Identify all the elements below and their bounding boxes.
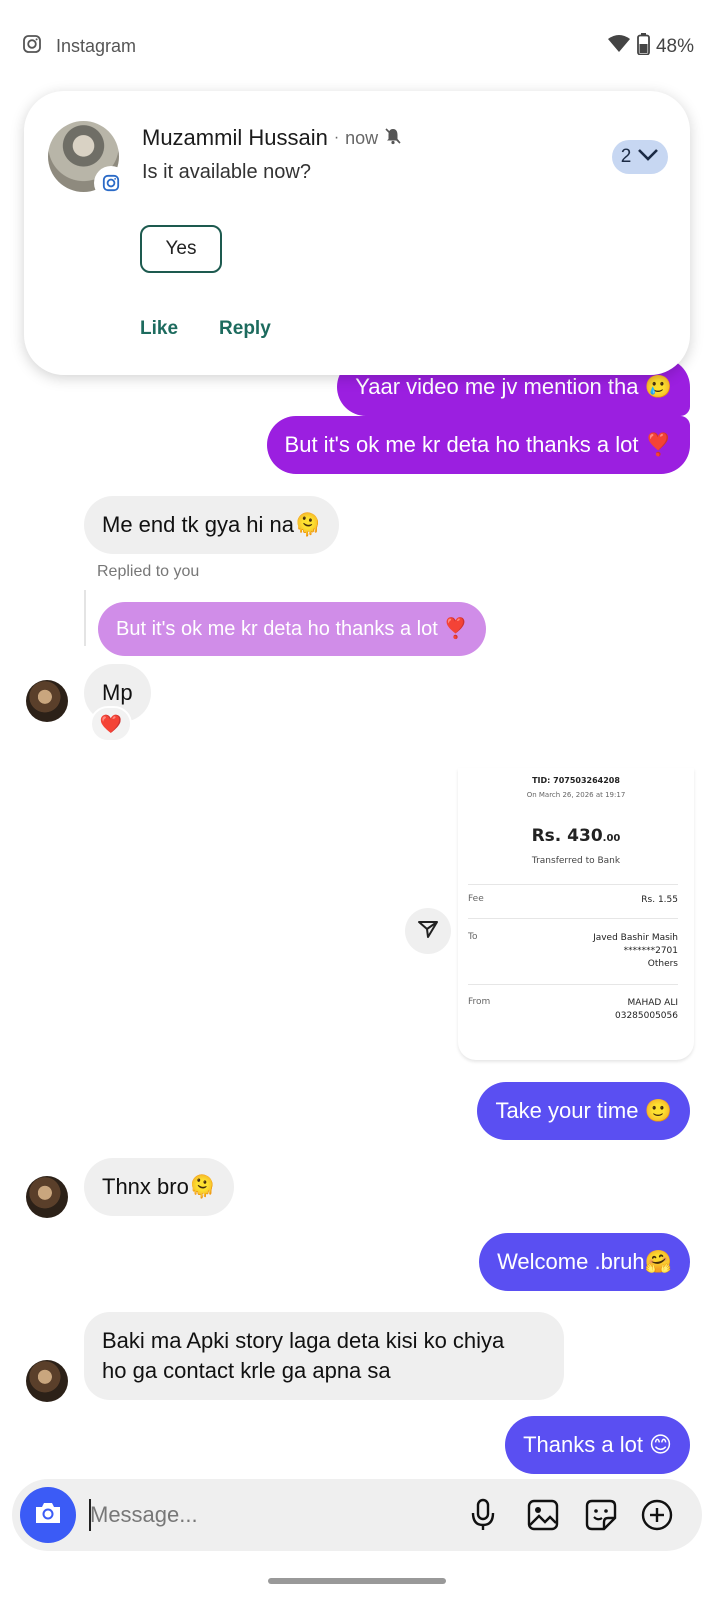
receipt-tid: TID: 707503264208: [532, 776, 620, 785]
gallery-icon[interactable]: [524, 1496, 562, 1534]
receipt-divider: [468, 918, 678, 919]
receipt-divider: [468, 984, 678, 985]
like-action-button[interactable]: Like: [140, 318, 178, 340]
received-message[interactable]: Thnx bro🫠: [84, 1158, 235, 1216]
sender-name: Muzammil Hussain: [142, 125, 328, 150]
to-account: *******2701: [623, 946, 678, 956]
instagram-badge-icon: [96, 168, 126, 198]
battery-level: 48%: [655, 36, 694, 57]
message-composer: [12, 1479, 702, 1551]
quoted-message[interactable]: But it's ok me kr deta ho thanks a lot ❣…: [98, 602, 487, 656]
wifi-icon: [607, 34, 631, 60]
instagram-icon: [22, 34, 42, 59]
sent-message[interactable]: Welcome .bruh🤗: [479, 1233, 690, 1291]
notification-message: Is it available now?: [142, 161, 311, 183]
sticker-icon[interactable]: [582, 1496, 620, 1534]
camera-button[interactable]: [20, 1487, 76, 1543]
received-message-line: Baki ma Apki story laga deta kisi ko chi…: [102, 1328, 505, 1353]
share-icon: [416, 917, 440, 946]
fee-value: Rs. 1.55: [641, 895, 678, 905]
sent-message[interactable]: Thanks a lot 😊: [505, 1416, 690, 1474]
receipt-amount-main: Rs. 430: [531, 826, 603, 846]
camera-icon: [33, 1500, 63, 1531]
status-left: Instagram: [22, 34, 136, 59]
to-value: Javed Bashir Masih *******2701 Others: [593, 932, 678, 971]
receipt-divider: [468, 884, 678, 885]
receipt-amount-decimals: .00: [602, 833, 621, 844]
status-app-name: Instagram: [56, 36, 137, 56]
from-label: From: [468, 997, 491, 1007]
notification-count: 2: [620, 146, 632, 167]
sent-message[interactable]: But it's ok me kr deta ho thanks a lot ❣…: [266, 416, 690, 474]
reaction-heart[interactable]: ❤️: [90, 706, 132, 742]
status-bar: Instagram 48%: [0, 0, 714, 90]
sent-message[interactable]: Take your time 🙂: [477, 1082, 690, 1140]
received-message[interactable]: Baki ma Apki story laga deta kisi ko chi…: [84, 1312, 564, 1400]
home-indicator[interactable]: [268, 1578, 446, 1584]
contact-avatar[interactable]: [26, 1176, 68, 1218]
receipt-status: Transferred to Bank: [531, 856, 621, 866]
notification-header: Muzammil Hussain · now: [142, 125, 402, 151]
notification-actions: Like Reply: [140, 318, 271, 340]
receipt-amount: Rs. 430.00: [458, 826, 694, 846]
to-name: Javed Bashir Masih: [593, 933, 678, 943]
reply-indicator-line: [84, 590, 86, 646]
from-name: MAHAD ALI: [627, 998, 678, 1008]
battery-icon: [637, 33, 650, 61]
reply-action-button[interactable]: Reply: [219, 318, 271, 340]
to-label: To: [468, 932, 478, 942]
from-value: MAHAD ALI 03285005056: [615, 997, 678, 1023]
plus-icon[interactable]: [638, 1496, 676, 1534]
expand-button[interactable]: 2: [612, 140, 668, 174]
message-notification[interactable]: Muzammil Hussain · now Is it available n…: [24, 91, 690, 375]
receipt-date: On March 26, 2026 at 19:17: [526, 791, 626, 799]
contact-avatar[interactable]: [26, 680, 68, 722]
fee-label: Fee: [468, 894, 484, 904]
bell-off-icon: [384, 127, 402, 150]
to-bank: Others: [647, 959, 678, 969]
status-right: 48%: [607, 33, 694, 61]
receipt-image-message[interactable]: TID: 707503264208 On March 26, 2026 at 1…: [458, 768, 694, 1060]
quick-reply-yes-button[interactable]: Yes: [140, 225, 222, 273]
message-input[interactable]: [90, 1495, 450, 1535]
received-message[interactable]: Me end tk gya hi na🫠: [84, 496, 340, 554]
from-number: 03285005056: [615, 1011, 678, 1021]
share-button[interactable]: [405, 908, 451, 954]
replied-to-label: Replied to you: [97, 563, 200, 580]
chevron-down-icon: [637, 146, 659, 168]
received-message-line: ho ga contact krle ga apna sa: [102, 1358, 391, 1383]
microphone-icon[interactable]: [464, 1496, 502, 1534]
notification-time: now: [345, 127, 379, 148]
separator: ·: [333, 129, 340, 146]
contact-avatar[interactable]: [26, 1360, 68, 1402]
